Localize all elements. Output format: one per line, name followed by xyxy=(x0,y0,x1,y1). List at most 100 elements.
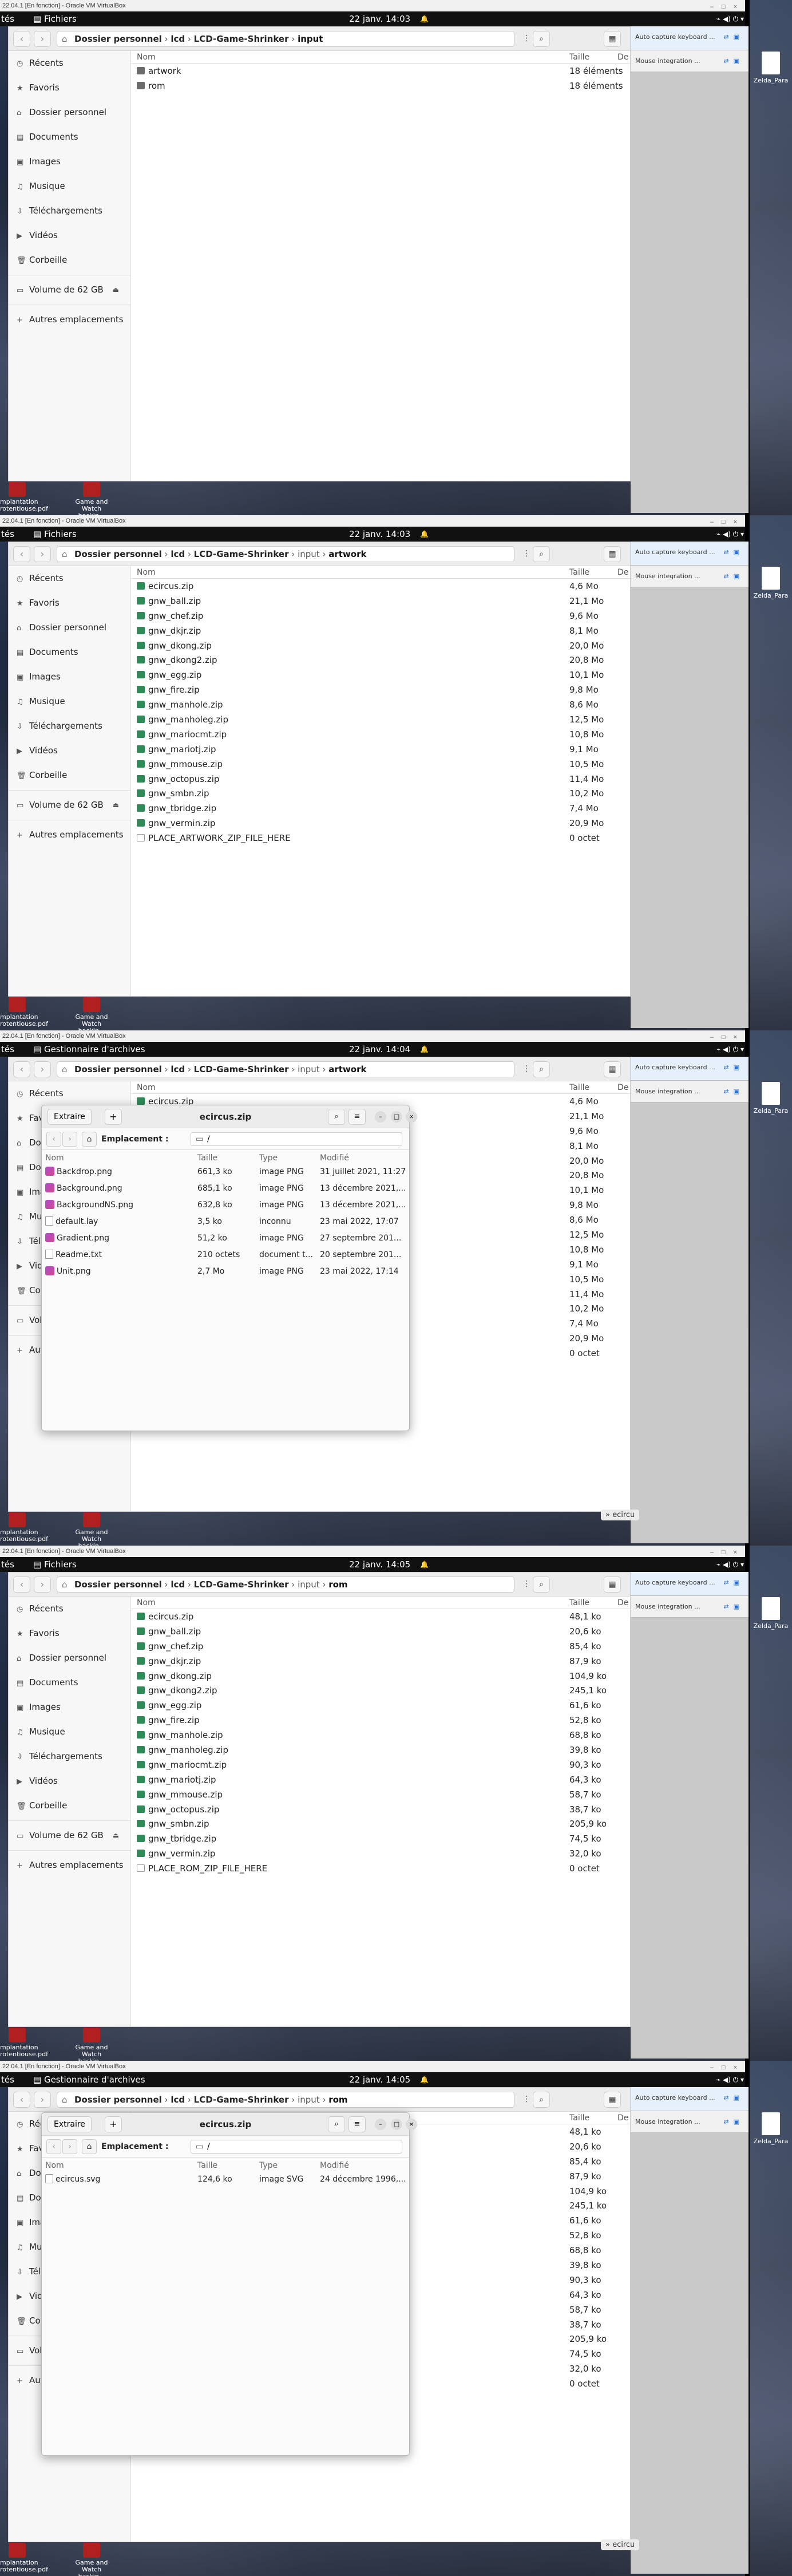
forward-button[interactable]: › xyxy=(34,1061,51,1077)
app-menu[interactable]: ▤ Gestionnaire d'archives xyxy=(33,1042,145,1057)
forward-button[interactable]: › xyxy=(34,1577,51,1593)
column-size[interactable]: Taille xyxy=(569,51,589,64)
sidebar-item-8[interactable]: 🗑Corbeille xyxy=(9,248,130,272)
breadcrumb-art[interactable]: artwork xyxy=(328,549,366,559)
list-item[interactable]: gnw_smbn.zip 205,9 ko xyxy=(131,1816,630,1831)
breadcrumb-home[interactable]: Dossier personnel xyxy=(74,34,162,44)
col-size[interactable]: Taille xyxy=(197,2160,217,2171)
sidebar-item-0[interactable]: ◷ Récents xyxy=(9,1597,130,1621)
window-controls[interactable]: –□× xyxy=(710,1,745,13)
sidebar-item-2[interactable]: ⌂ Dossier personnel xyxy=(9,1646,130,1670)
vb-mouse-integration[interactable]: Mouse integration ... ⇄▣ xyxy=(631,1081,749,1103)
archive-row[interactable]: Backdrop.png 661,3 ko image PNG 31 juillet … xyxy=(42,1164,409,1180)
vb-mouse-integration[interactable]: Mouse integration ... ⇄▣ xyxy=(631,2111,749,2133)
window-controls[interactable]: –□× xyxy=(710,1032,745,1043)
col-size[interactable]: Taille xyxy=(197,1152,217,1164)
home-icon[interactable]: ⌂ xyxy=(82,1132,97,1147)
sidebar-item-8[interactable]: 🗑Corbeille xyxy=(9,763,130,788)
breadcrumb-input[interactable]: input xyxy=(298,34,323,44)
list-item[interactable]: rom 18 éléments xyxy=(131,78,630,93)
path-bar[interactable]: ⌂ Dossier personnel › lcd › LCD-Game-Shri… xyxy=(57,2092,514,2108)
minimize-icon[interactable]: – xyxy=(375,1111,386,1123)
list-item[interactable]: gnw_vermin.zip 32,0 ko xyxy=(131,1846,630,1861)
list-item[interactable]: ecircus.zip 4,6 Mo xyxy=(131,579,630,594)
eject-icon[interactable]: ⏏ xyxy=(113,1823,119,1848)
dock-item-pdf[interactable]: mplantation rotentiouse.pdf xyxy=(0,2543,48,2573)
eject-icon[interactable]: ⏏ xyxy=(113,278,119,302)
toggle-icon[interactable]: ⇄▣ xyxy=(723,50,744,72)
dock-item-pdf[interactable]: mplantation rotentiouse.pdf xyxy=(0,2028,48,2058)
col-modified[interactable]: Modifié xyxy=(320,1152,349,1164)
list-item[interactable]: ecircus.zip 48,1 ko xyxy=(131,1609,630,1624)
maximize-icon[interactable]: □ xyxy=(391,1111,402,1123)
system-tray[interactable]: ⌁ ◀) ⏻ ▾ xyxy=(716,2072,744,2087)
column-size[interactable]: Taille xyxy=(569,1597,589,1609)
sidebar-item-6[interactable]: ⇩ Téléchargements xyxy=(9,714,130,738)
activities-button[interactable]: tés xyxy=(1,11,14,26)
list-item[interactable]: gnw_mariotj.zip 9,1 Mo xyxy=(131,742,630,757)
maximize-icon[interactable]: □ xyxy=(391,2119,402,2130)
back-button[interactable]: ‹ xyxy=(13,31,30,47)
col-name[interactable]: Nom xyxy=(45,2160,64,2171)
breadcrumb-input[interactable]: input xyxy=(298,1579,320,1590)
forward-button[interactable]: › xyxy=(62,2139,77,2154)
toggle-icon[interactable]: ⇄▣ xyxy=(723,2111,744,2133)
menu-icon[interactable]: ≡ xyxy=(349,2116,366,2132)
home-icon[interactable]: ⌂ xyxy=(62,2092,68,2107)
breadcrumb-lcd[interactable]: lcd xyxy=(171,1579,185,1590)
sidebar-item-0[interactable]: ◷ Récents xyxy=(9,1081,130,1106)
home-icon[interactable]: ⌂ xyxy=(62,31,68,46)
list-item[interactable]: gnw_tbridge.zip 7,4 Mo xyxy=(131,801,630,816)
desktop-icon[interactable]: Zelda_Para xyxy=(750,2112,792,2145)
archive-row[interactable]: Unit.png 2,7 Mo image PNG 23 mai 2022, 17:1… xyxy=(42,1263,409,1280)
search-button[interactable]: ⌕ xyxy=(533,2092,550,2108)
toggle-icon[interactable]: ⇄▣ xyxy=(723,566,744,587)
dock-item-pdf2[interactable]: Game and Watch hackin... xyxy=(74,2543,109,2576)
column-name[interactable]: Nom xyxy=(137,1597,156,1609)
column-date[interactable]: De xyxy=(617,1597,628,1609)
view-toggle-button[interactable]: ▦ xyxy=(604,1577,621,1593)
dock-item-pdf2[interactable]: Game and Watch hackin... xyxy=(74,997,109,1030)
forward-button[interactable]: › xyxy=(34,31,51,47)
breadcrumb-shrinker[interactable]: LCD-Game-Shrinker xyxy=(194,34,289,44)
eject-icon[interactable]: ⏏ xyxy=(113,793,119,817)
breadcrumb-shrinker[interactable]: LCD-Game-Shrinker xyxy=(194,2095,289,2105)
column-size[interactable]: Taille xyxy=(569,2112,589,2124)
column-name[interactable]: Nom xyxy=(137,1081,156,1094)
breadcrumb-home[interactable]: Dossier personnel xyxy=(74,549,162,559)
dock-item-pdf[interactable]: mplantation rotentiouse.pdf xyxy=(0,997,48,1028)
toggle-icon[interactable]: ⇄▣ xyxy=(723,542,744,563)
breadcrumb-lcd[interactable]: lcd xyxy=(171,2095,185,2105)
window-controls[interactable]: –□× xyxy=(710,516,745,528)
forward-button[interactable]: › xyxy=(34,2092,51,2108)
sidebar-item-4[interactable]: ▣ Images xyxy=(9,665,130,689)
app-menu[interactable]: ▤ Fichiers xyxy=(33,527,77,542)
list-item[interactable]: gnw_ball.zip 21,1 Mo xyxy=(131,594,630,609)
system-tray[interactable]: ⌁ ◀) ⏻ ▾ xyxy=(716,1557,744,1572)
sidebar-other-locations[interactable]: + Autres emplacements xyxy=(9,1853,130,1878)
list-item[interactable]: PLACE_ROM_ZIP_FILE_HERE 0 octet xyxy=(131,1861,630,1876)
sidebar-volume[interactable]: ▭ Volume de 62 GB ⏏ xyxy=(9,793,130,817)
sidebar-item-5[interactable]: ♫ Musique xyxy=(9,1720,130,1744)
column-date[interactable]: De xyxy=(617,1081,628,1094)
app-menu[interactable]: ▤ Fichiers xyxy=(33,1557,77,1572)
system-tray[interactable]: ⌁ ◀) ⏻ ▾ xyxy=(716,11,744,26)
list-item[interactable]: gnw_manholeg.zip 39,8 ko xyxy=(131,1743,630,1757)
back-button[interactable]: ‹ xyxy=(13,546,30,562)
list-item[interactable]: gnw_mariocmt.zip 90,3 ko xyxy=(131,1757,630,1772)
toggle-icon[interactable]: ⇄▣ xyxy=(723,1596,744,1618)
search-button[interactable]: ⌕ xyxy=(533,31,550,47)
sidebar-item-1[interactable]: ★ Favoris xyxy=(9,1621,130,1646)
col-modified[interactable]: Modifié xyxy=(320,2160,349,2171)
home-icon[interactable]: ⌂ xyxy=(62,1062,68,1077)
list-item[interactable]: artwork 18 éléments xyxy=(131,64,630,78)
sidebar-item-8[interactable]: 🗑Corbeille xyxy=(9,1793,130,1818)
clock[interactable]: 22 janv. 14:03 xyxy=(349,11,410,26)
toggle-icon[interactable]: ⇄▣ xyxy=(723,26,744,48)
back-button[interactable]: ‹ xyxy=(13,1577,30,1593)
view-toggle-button[interactable]: ▦ xyxy=(604,2092,621,2108)
breadcrumb-shrinker[interactable]: LCD-Game-Shrinker xyxy=(194,549,289,559)
list-item[interactable]: gnw_dkong.zip 20,0 Mo xyxy=(131,638,630,653)
vb-auto-capture[interactable]: Auto capture keyboard ... ⇄▣ xyxy=(631,2087,749,2111)
window-controls[interactable]: –□× xyxy=(710,1547,745,1558)
